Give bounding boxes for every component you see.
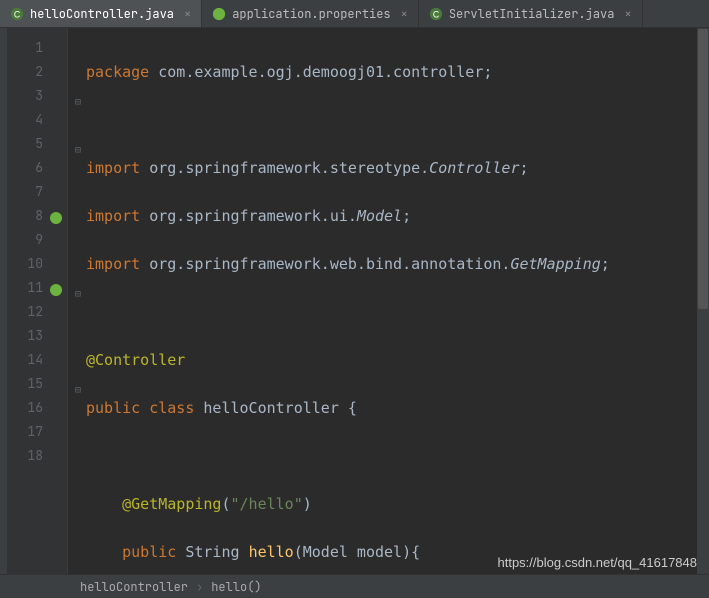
- line-number: 16: [8, 396, 67, 420]
- line-number: 11 ⊟: [8, 276, 67, 300]
- class-icon: C: [429, 7, 443, 21]
- line-number: 14: [8, 348, 67, 372]
- line-number: 2: [8, 60, 67, 84]
- line-number: 6: [8, 156, 67, 180]
- line-number: 4: [8, 108, 67, 132]
- line-number: 3⊟: [8, 84, 67, 108]
- spring-icon: [212, 7, 226, 21]
- line-number: 8: [8, 204, 67, 228]
- line-number: 12: [8, 300, 67, 324]
- tab-hellocontroller[interactable]: C helloController.java ×: [0, 0, 202, 27]
- left-strip: [0, 28, 8, 574]
- line-number: 9: [8, 228, 67, 252]
- scroll-thumb[interactable]: [698, 29, 708, 309]
- vertical-scrollbar[interactable]: [697, 28, 709, 574]
- line-number: 5⊟: [8, 132, 67, 156]
- line-number: 15⊟: [8, 372, 67, 396]
- close-icon[interactable]: ×: [624, 6, 631, 22]
- editor-area: 1 2 3⊟ 4 5⊟ 6 7 8 9 10 11 ⊟ 12 13 14 15⊟…: [0, 28, 709, 574]
- tab-application-properties[interactable]: application.properties ×: [202, 0, 419, 27]
- tab-label: application.properties: [232, 6, 390, 22]
- close-icon[interactable]: ×: [184, 6, 191, 22]
- line-number: 10: [8, 252, 67, 276]
- class-icon: C: [10, 7, 24, 21]
- svg-text:C: C: [14, 9, 20, 19]
- breadcrumb: helloController › hello(): [0, 574, 709, 598]
- tab-servletinitializer[interactable]: C ServletInitializer.java ×: [419, 0, 643, 27]
- line-number: 13: [8, 324, 67, 348]
- chevron-right-icon: ›: [196, 579, 203, 595]
- line-number: 1: [8, 36, 67, 60]
- watermark: https://blog.csdn.net/qq_41617848: [498, 555, 698, 570]
- editor-tabs: C helloController.java × application.pro…: [0, 0, 709, 28]
- line-number: 18: [8, 444, 67, 468]
- code-editor[interactable]: package com.example.ogj.demoogj01.contro…: [68, 28, 709, 574]
- tab-label: ServletInitializer.java: [449, 6, 615, 22]
- gutter: 1 2 3⊟ 4 5⊟ 6 7 8 9 10 11 ⊟ 12 13 14 15⊟…: [8, 28, 68, 574]
- tab-label: helloController.java: [30, 6, 174, 22]
- line-number: 7: [8, 180, 67, 204]
- line-number: 17: [8, 420, 67, 444]
- spring-bean-icon[interactable]: [49, 281, 63, 295]
- close-icon[interactable]: ×: [401, 6, 408, 22]
- svg-text:C: C: [433, 9, 439, 19]
- breadcrumb-method[interactable]: hello(): [211, 579, 261, 595]
- breadcrumb-class[interactable]: helloController: [80, 579, 188, 595]
- spring-bean-icon[interactable]: [49, 209, 63, 223]
